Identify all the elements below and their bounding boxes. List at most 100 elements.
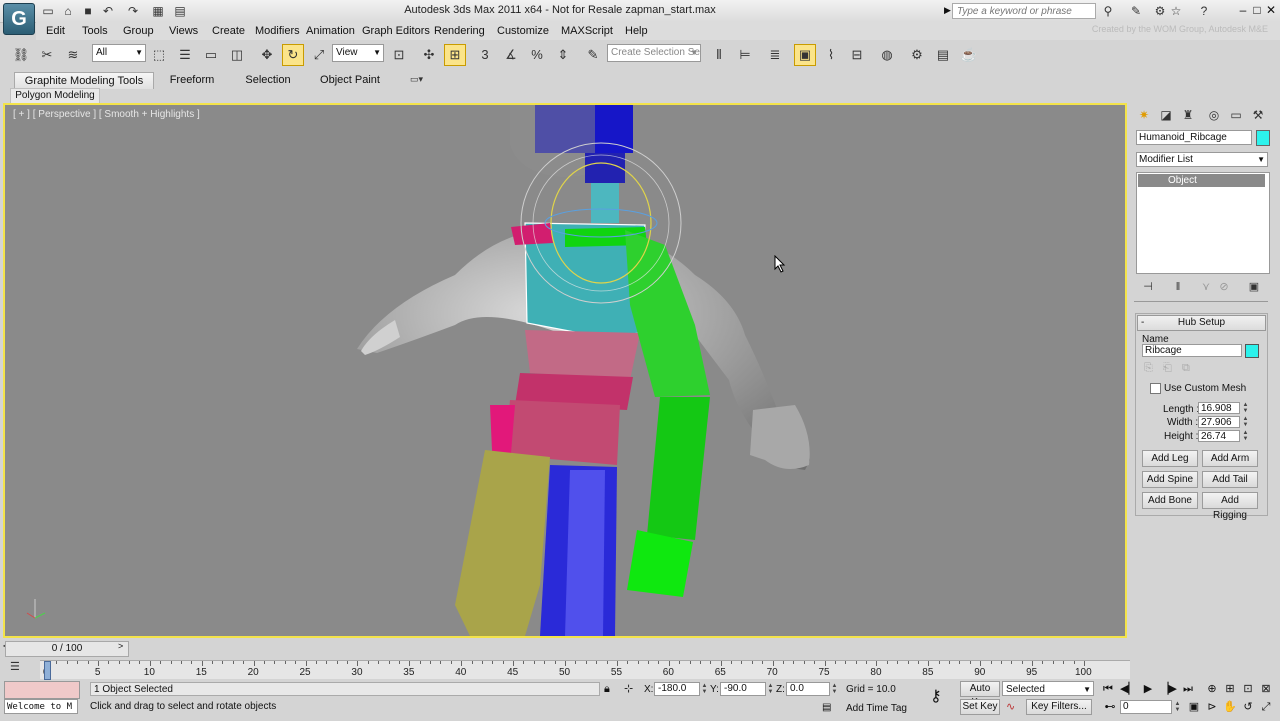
make-unique-icon[interactable]: ⋎ <box>1198 280 1214 294</box>
snaps-toggle-icon[interactable]: 3 <box>474 44 496 66</box>
unlink-selection-icon[interactable]: ✂ <box>36 44 58 66</box>
y-spinner[interactable]: ▲ ▼ <box>767 683 774 695</box>
modifier-stack[interactable] <box>1136 172 1270 274</box>
field-of-view-icon[interactable]: ⊳ <box>1204 700 1220 714</box>
show-end-result-icon[interactable]: ‖ <box>1170 280 1186 294</box>
current-frame-field[interactable]: 0 <box>1120 700 1172 714</box>
hub-setup-rollout-header[interactable]: - Hub Setup <box>1137 315 1266 331</box>
set-key-button[interactable]: Set Key <box>960 699 1000 715</box>
object-color-swatch[interactable] <box>1256 130 1270 146</box>
current-frame-marker[interactable] <box>44 661 51 680</box>
length-field[interactable]: 16.908 <box>1198 402 1240 414</box>
select-manipulate-icon[interactable]: ✣ <box>418 44 440 66</box>
configure-modifier-sets-icon[interactable]: ▣ <box>1246 280 1262 294</box>
ribbon-options-icon[interactable]: ▭▾ <box>410 74 432 85</box>
add-rigging-button[interactable]: Add Rigging <box>1202 492 1258 521</box>
orbit-icon[interactable]: ↺ <box>1240 700 1256 714</box>
menu-views[interactable]: Views <box>169 25 198 37</box>
angle-snap-icon[interactable]: ∡ <box>500 44 522 66</box>
z-spinner[interactable]: ▲ ▼ <box>831 683 838 695</box>
open-file-icon[interactable]: ⌂ <box>60 4 76 18</box>
percent-snap-icon[interactable]: % <box>526 44 548 66</box>
tab-selection[interactable]: Selection <box>236 72 300 88</box>
reference-coordinate-dropdown[interactable]: View ▼ <box>332 44 384 62</box>
save-file-icon[interactable]: ■ <box>80 4 96 18</box>
selection-filter-dropdown[interactable]: All ▼ <box>92 44 146 62</box>
length-spinner[interactable]: ▲ ▼ <box>1242 402 1249 414</box>
zoom-icon[interactable]: ⊕ <box>1204 682 1220 696</box>
play-icon[interactable]: ▶ <box>1140 682 1156 696</box>
mini-curve-editor-icon[interactable]: ☰ <box>10 660 28 676</box>
maxscript-mini-listener[interactable] <box>4 681 80 699</box>
create-tab-icon[interactable]: ✷ <box>1134 106 1154 124</box>
align-icon[interactable]: ⊨ <box>734 44 756 66</box>
key-mode-toggle-icon[interactable]: ⊷ <box>1102 700 1118 714</box>
expand-arrow-icon[interactable]: ▶ <box>944 5 951 16</box>
add-time-tag-button[interactable]: Add Time Tag <box>846 703 907 714</box>
add-leg-button[interactable]: Add Leg <box>1142 450 1198 467</box>
tab-graphite-modeling-tools[interactable]: Graphite Modeling Tools <box>14 72 154 89</box>
use-custom-mesh-checkbox[interactable] <box>1150 383 1161 394</box>
redo-icon[interactable]: ↷ <box>125 4 141 18</box>
perspective-viewport[interactable]: [ + ] [ Perspective ] [ Smooth + Highlig… <box>3 103 1127 638</box>
utilities-tab-icon[interactable]: ⚒ <box>1248 106 1268 124</box>
width-spinner[interactable]: ▲ ▼ <box>1242 416 1249 428</box>
z-coordinate-field[interactable]: 0.0 <box>786 682 830 696</box>
mirror-icon[interactable]: ⫴ <box>708 44 730 66</box>
keyboard-shortcut-override-icon[interactable]: ⊞ <box>444 44 466 66</box>
material-editor-icon[interactable]: ◍ <box>876 44 898 66</box>
select-object-icon[interactable]: ⬚ <box>148 44 170 66</box>
bone-name-field[interactable]: Ribcage <box>1142 344 1242 357</box>
menu-edit[interactable]: Edit <box>46 25 65 37</box>
subscription-icon[interactable]: ✎ <box>1128 4 1144 18</box>
object-name-field[interactable]: Humanoid_Ribcage <box>1136 130 1252 145</box>
add-arm-button[interactable]: Add Arm <box>1202 450 1258 467</box>
pin-stack-icon[interactable]: ⊣ <box>1140 280 1156 294</box>
height-field[interactable]: 26.74 <box>1198 430 1240 442</box>
minimize-icon[interactable]: – <box>1236 3 1250 17</box>
motion-tab-icon[interactable]: ◎ <box>1204 106 1224 124</box>
graphite-toggle-icon[interactable]: ▣ <box>794 44 816 66</box>
select-by-name-icon[interactable]: ☰ <box>174 44 196 66</box>
menu-modifiers[interactable]: Modifiers <box>255 25 300 37</box>
x-coordinate-field[interactable]: -180.0 <box>654 682 700 696</box>
maximize-viewport-icon[interactable]: ⤢ <box>1258 700 1274 714</box>
spinner-snap-icon[interactable]: ⇕ <box>552 44 574 66</box>
named-selection-sets-dropdown[interactable]: Create Selection Se ▼ <box>607 44 701 62</box>
undo-icon[interactable]: ↶ <box>100 4 116 18</box>
go-to-start-icon[interactable]: ⏮ <box>1100 682 1116 696</box>
layer-manager-icon[interactable]: ≣ <box>764 44 786 66</box>
menu-maxscript[interactable]: MAXScript <box>561 25 613 37</box>
timeline-ruler[interactable]: 0510152025303540455055606570758085909510… <box>40 660 1130 679</box>
menu-graph-editors[interactable]: Graph Editors <box>362 25 430 37</box>
rendered-frame-window-icon[interactable]: ▤ <box>932 44 954 66</box>
paste-mirrored-icon[interactable]: ⧉ <box>1182 362 1198 376</box>
add-tail-button[interactable]: Add Tail <box>1202 471 1258 488</box>
modifier-list-dropdown[interactable]: Modifier List ▼ <box>1136 152 1268 167</box>
time-tag-icon[interactable]: ▤ <box>822 702 836 714</box>
select-and-link-icon[interactable]: ⛓ <box>10 44 32 66</box>
communication-center-icon[interactable]: ⚙ <box>1152 4 1168 18</box>
bone-color-swatch[interactable] <box>1245 344 1259 358</box>
paste-icon[interactable]: ⎗ <box>1163 362 1179 376</box>
current-frame-spinner[interactable]: ▲ ▼ <box>1174 701 1181 713</box>
remove-modifier-icon[interactable]: ⊘ <box>1216 280 1232 294</box>
pan-view-icon[interactable]: ✋ <box>1222 700 1238 714</box>
width-field[interactable]: 27.906 <box>1198 416 1240 428</box>
select-and-rotate-icon[interactable]: ↻ <box>282 44 304 66</box>
modify-tab-icon[interactable]: ◪ <box>1156 106 1176 124</box>
previous-frame-icon[interactable]: ◀▏ <box>1120 682 1137 696</box>
help-search-input[interactable]: Type a keyword or phrase <box>952 3 1096 19</box>
edit-named-selection-icon[interactable]: ✎ <box>582 44 604 66</box>
rectangular-selection-icon[interactable]: ▭ <box>200 44 222 66</box>
menu-group[interactable]: Group <box>123 25 154 37</box>
key-mode-dropdown[interactable]: Selected ▼ <box>1002 681 1094 696</box>
rollout-collapse-toggle[interactable]: - <box>1141 316 1144 329</box>
menu-rendering[interactable]: Rendering <box>434 25 485 37</box>
help-icon[interactable]: ? <box>1196 4 1212 18</box>
time-configuration-icon[interactable]: ▣ <box>1186 700 1202 714</box>
key-tangent-icon[interactable]: ∿ <box>1006 700 1022 714</box>
next-frame-icon[interactable]: ▕▶ <box>1160 682 1177 696</box>
hold-icon[interactable]: ▦ <box>150 4 166 18</box>
key-filters-button[interactable]: Key Filters... <box>1026 699 1092 715</box>
